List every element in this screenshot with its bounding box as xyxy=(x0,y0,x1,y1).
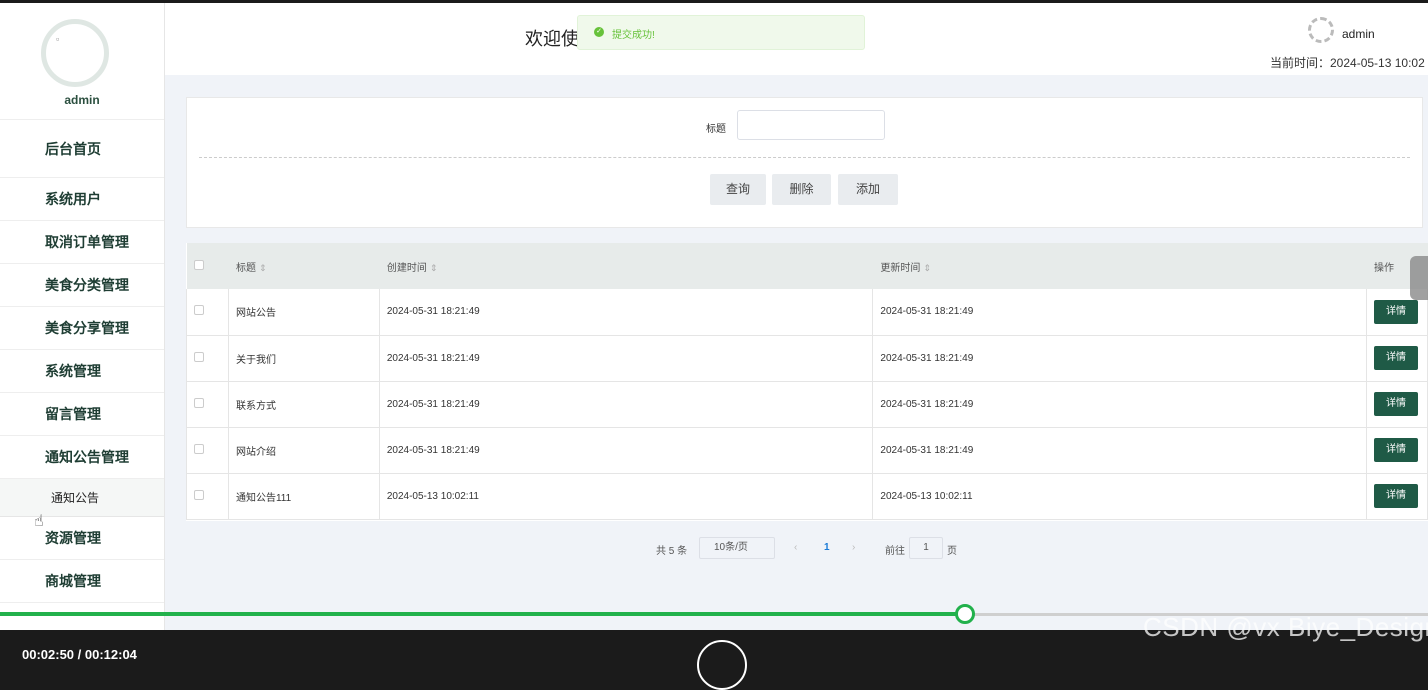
cell-title: 通知公告111 xyxy=(227,473,380,519)
sort-icon: ⇕ xyxy=(429,262,438,273)
page-size-select[interactable]: 10条/页 xyxy=(699,537,775,559)
play-pause-icon[interactable] xyxy=(697,640,747,690)
cell-created: 2024-05-31 18:21:49 xyxy=(378,427,874,473)
goto-page-input[interactable]: 1 xyxy=(909,537,943,559)
detail-button[interactable]: 详情 xyxy=(1373,438,1418,462)
table-row: 通知公告111 2024-05-13 10:02:11 2024-05-13 1… xyxy=(186,473,1428,519)
column-header-title[interactable]: 标题 ⇕ xyxy=(228,243,380,289)
page-unit-label: 页 xyxy=(947,546,957,557)
cell-updated: 2024-05-13 10:02:11 xyxy=(872,473,1367,519)
notice-table: 标题 ⇕ 创建时间 ⇕ 更新时间 ⇕ 操作 网站公告 2024-05-31 18:21… xyxy=(186,243,1428,521)
goto-label: 前往 xyxy=(885,546,905,557)
cell-updated: 2024-05-31 18:21:49 xyxy=(872,381,1367,427)
divider xyxy=(199,157,1410,158)
sidebar-item-food-categories[interactable]: 美食分类管理 xyxy=(0,264,164,307)
table-row: 联系方式 2024-05-31 18:21:49 2024-05-31 18:2… xyxy=(186,381,1428,427)
sidebar-item-cancel-orders[interactable]: 取消订单管理 xyxy=(0,221,164,264)
cell-updated: 2024-05-31 18:21:49 xyxy=(872,335,1367,381)
cell-updated: 2024-05-31 18:21:49 xyxy=(872,289,1367,335)
top-header: 欢迎使 ✓ 提交成功! admin 当前时间：2024-05-13 10:02 xyxy=(165,3,1428,75)
sidebar-profile: ▫ admin xyxy=(0,3,164,120)
table-header-row: 标题 ⇕ 创建时间 ⇕ 更新时间 ⇕ 操作 xyxy=(186,243,1428,289)
check-circle-icon: ✓ xyxy=(594,27,604,37)
cell-updated: 2024-05-31 18:21:49 xyxy=(872,427,1367,473)
cell-title: 关于我们 xyxy=(227,335,380,381)
current-time: 当前时间：2024-05-13 10:02 xyxy=(1270,56,1425,70)
cell-created: 2024-05-31 18:21:49 xyxy=(378,335,874,381)
page-number-current[interactable]: 1 xyxy=(824,542,830,553)
title-label: 标题 xyxy=(706,124,726,135)
detail-button[interactable]: 详情 xyxy=(1373,299,1418,324)
side-drawer-tab[interactable] xyxy=(1410,256,1428,300)
sidebar-item-system-users[interactable]: 系统用户 xyxy=(0,178,164,221)
hand-cursor-icon: ☝ xyxy=(34,513,44,530)
column-header-updated[interactable]: 更新时间 ⇕ xyxy=(872,243,1367,289)
welcome-title: 欢迎使 xyxy=(525,29,579,49)
sidebar-item-resources[interactable]: 资源管理 xyxy=(0,517,164,560)
sidebar-item-dashboard[interactable]: 后台首页 xyxy=(0,120,164,178)
row-checkbox[interactable] xyxy=(194,443,204,454)
sidebar-item-system-management[interactable]: 系统管理 xyxy=(0,350,164,393)
select-all-checkbox[interactable] xyxy=(193,259,204,270)
row-checkbox[interactable] xyxy=(194,351,204,362)
sidebar-subitem-notice[interactable]: 通知公告 xyxy=(0,479,164,517)
video-progress-handle[interactable] xyxy=(955,604,975,624)
header-username[interactable]: admin xyxy=(1342,27,1375,41)
broken-image-icon: ▫ xyxy=(56,34,60,44)
sidebar: ▫ admin 后台首页 系统用户 取消订单管理 美食分类管理 美食分享管理 系… xyxy=(0,3,165,630)
success-toast: ✓ 提交成功! xyxy=(577,15,865,50)
sort-icon: ⇕ xyxy=(923,262,931,273)
table-row: 网站介绍 2024-05-31 18:21:49 2024-05-31 18:2… xyxy=(186,427,1428,473)
cell-title: 网站公告 xyxy=(227,289,380,335)
cell-created: 2024-05-31 18:21:49 xyxy=(378,289,874,335)
row-checkbox[interactable] xyxy=(194,489,204,500)
detail-button[interactable]: 详情 xyxy=(1373,484,1418,508)
table-row: 关于我们 2024-05-31 18:21:49 2024-05-31 18:2… xyxy=(186,335,1428,381)
cell-created: 2024-05-31 18:21:49 xyxy=(378,381,874,427)
add-button[interactable]: 添加 xyxy=(838,174,898,205)
sidebar-item-food-shares[interactable]: 美食分享管理 xyxy=(0,307,164,350)
next-page-icon[interactable]: › xyxy=(852,542,855,553)
row-checkbox[interactable] xyxy=(194,305,204,316)
avatar: ▫ xyxy=(41,19,109,87)
sort-icon: ⇕ xyxy=(258,262,267,273)
table-row: 网站公告 2024-05-31 18:21:49 2024-05-31 18:2… xyxy=(186,289,1428,335)
sidebar-username: admin xyxy=(64,93,100,107)
sidebar-item-messages[interactable]: 留言管理 xyxy=(0,393,164,436)
cell-created: 2024-05-13 10:02:11 xyxy=(378,473,874,519)
cell-title: 联系方式 xyxy=(227,381,380,427)
title-search-input[interactable] xyxy=(737,110,885,140)
pagination-total: 共 5 条 xyxy=(656,546,688,557)
detail-button[interactable]: 详情 xyxy=(1373,346,1418,370)
search-panel: 标题 查询 删除 添加 xyxy=(186,97,1423,228)
cell-title: 网站介绍 xyxy=(227,427,380,473)
sidebar-item-shop[interactable]: 商城管理 xyxy=(0,560,164,603)
column-header-created[interactable]: 创建时间 ⇕ xyxy=(379,243,874,289)
video-progress-fill xyxy=(0,612,965,616)
prev-page-icon[interactable]: ‹ xyxy=(794,542,797,553)
toast-message: 提交成功! xyxy=(612,30,655,41)
app-window: ▫ admin 后台首页 系统用户 取消订单管理 美食分类管理 美食分享管理 系… xyxy=(0,3,1428,630)
delete-button[interactable]: 删除 xyxy=(772,174,831,205)
watermark: CSDN @vx Biye_Design xyxy=(1143,612,1428,642)
user-avatar[interactable] xyxy=(1308,17,1334,43)
row-checkbox[interactable] xyxy=(194,397,204,408)
query-button[interactable]: 查询 xyxy=(710,174,766,205)
detail-button[interactable]: 详情 xyxy=(1373,392,1418,416)
sidebar-item-notices[interactable]: 通知公告管理 xyxy=(0,436,164,479)
